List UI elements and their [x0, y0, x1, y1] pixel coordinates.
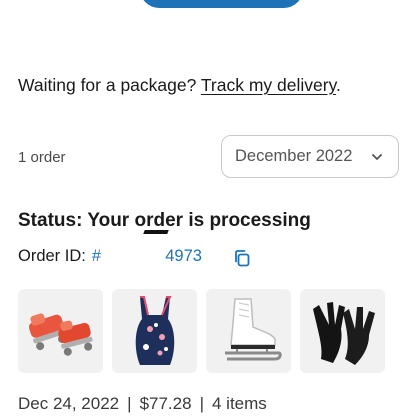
order-date: Dec 24, 2022 — [18, 394, 120, 413]
gloves-icon — [312, 302, 375, 365]
order-item-count: 4 items — [211, 394, 267, 413]
order-status: Status: Your order is processing — [18, 210, 311, 231]
summary-separator: | — [199, 394, 204, 413]
item-thumbnail-swimsuit[interactable] — [112, 289, 197, 373]
order-id-number: # 4973 — [91, 247, 202, 265]
summary-separator: | — [127, 394, 132, 413]
item-thumbnail-roller-skates[interactable] — [18, 289, 103, 373]
roller-skates-icon — [28, 313, 93, 356]
order-id-row: Order ID: # 4973 — [18, 247, 218, 266]
copy-icon[interactable] — [232, 248, 252, 268]
item-thumbnail-gloves[interactable] — [300, 289, 385, 373]
month-filter-value: December 2022 — [235, 147, 353, 165]
order-id-value[interactable]: # 4973 — [92, 247, 218, 266]
order-id-label: Order ID: — [18, 247, 86, 265]
ice-skate-icon — [224, 298, 282, 361]
swimsuit-icon — [135, 296, 174, 365]
order-item-thumbnails — [18, 289, 385, 373]
chevron-down-icon — [372, 154, 382, 160]
order-summary: Dec 24, 2022 | $77.28 | 4 items — [18, 394, 267, 414]
redaction-mark — [143, 230, 169, 234]
delivery-prompt-period: . — [336, 75, 341, 95]
item-thumbnail-ice-skate[interactable] — [206, 289, 291, 373]
delivery-prompt-text: Waiting for a package? — [18, 75, 197, 95]
track-delivery-link[interactable]: Track my delivery — [201, 75, 336, 95]
order-total: $77.28 — [139, 394, 192, 413]
month-filter-select[interactable]: December 2022 — [221, 135, 399, 178]
delivery-prompt: Waiting for a package? Track my delivery… — [18, 74, 341, 96]
primary-action-button[interactable] — [140, 0, 303, 8]
order-count: 1 order — [18, 149, 66, 166]
